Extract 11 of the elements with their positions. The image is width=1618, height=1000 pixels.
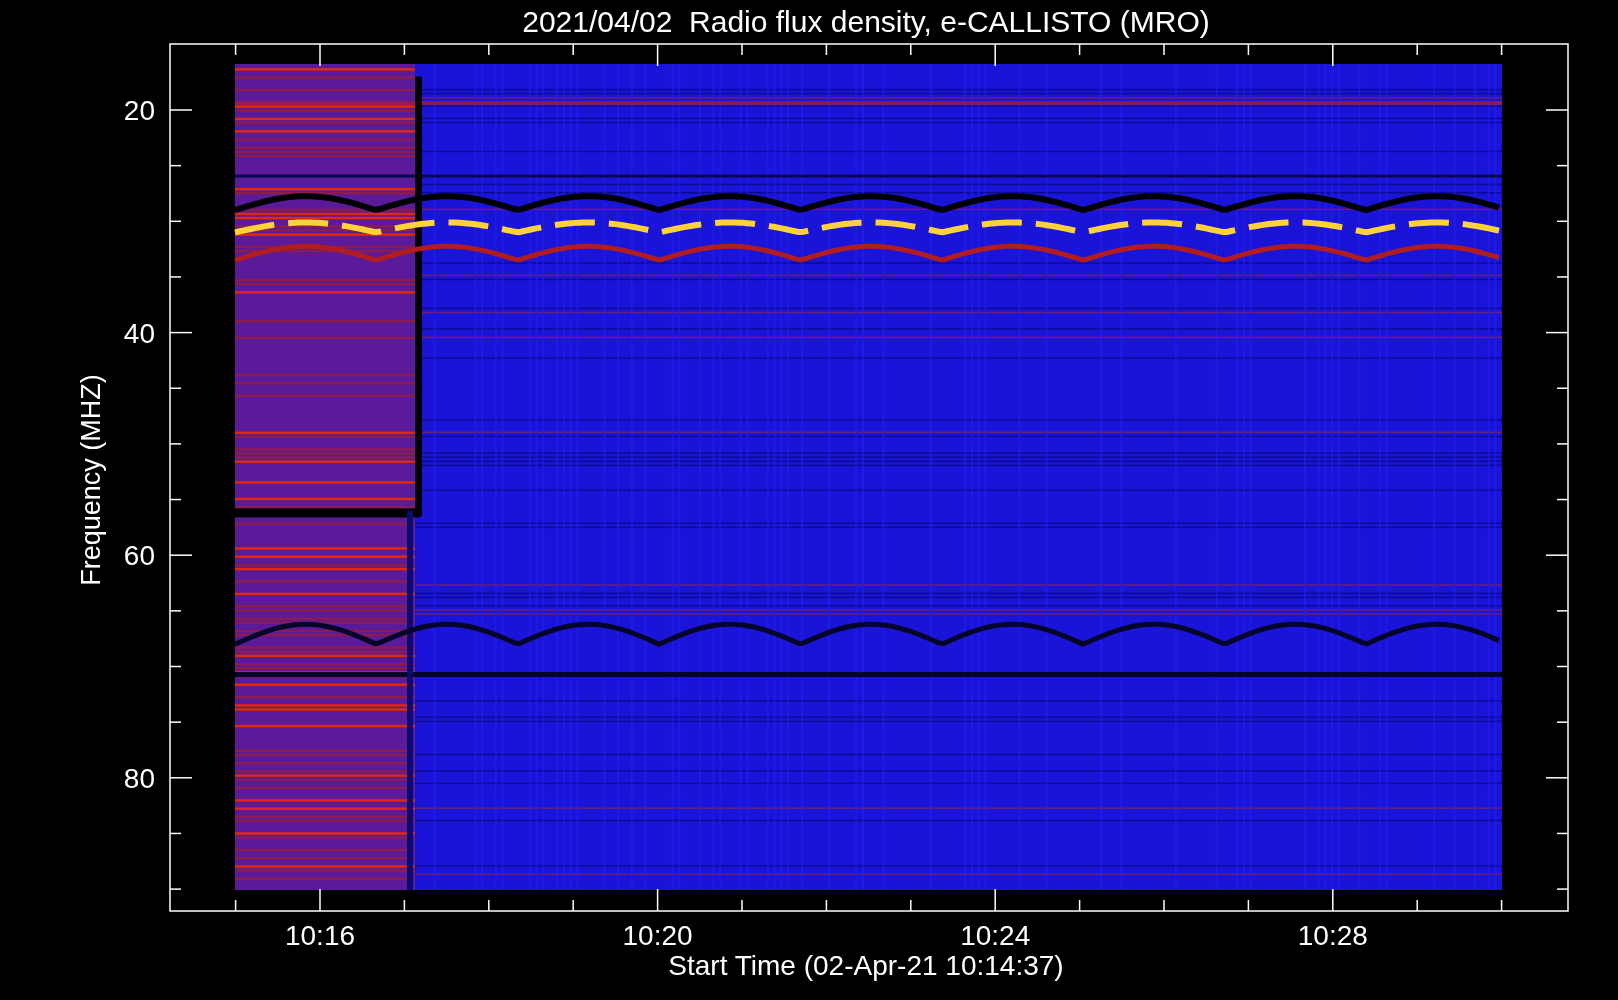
- x-tick-label: 10:16: [284, 920, 356, 951]
- y-tick-label: 80: [123, 762, 155, 794]
- x-tick-label: 10:24: [960, 920, 1031, 951]
- y-tick-label: 20: [123, 95, 155, 126]
- y-tick-label: 60: [123, 540, 155, 572]
- chart-title: 2021/04/02 Radio flux density, e-CALLISTO (MRO): [522, 5, 1210, 38]
- x-tick-label: 10:28: [1297, 920, 1368, 951]
- y-axis-label: Frequency (MHZ): [76, 374, 106, 586]
- y-tick-label: 40: [123, 317, 155, 349]
- x-axis-label: Start Time (02-Apr-21 10:14:37): [668, 950, 1064, 981]
- x-tick-label: 10:20: [622, 920, 693, 951]
